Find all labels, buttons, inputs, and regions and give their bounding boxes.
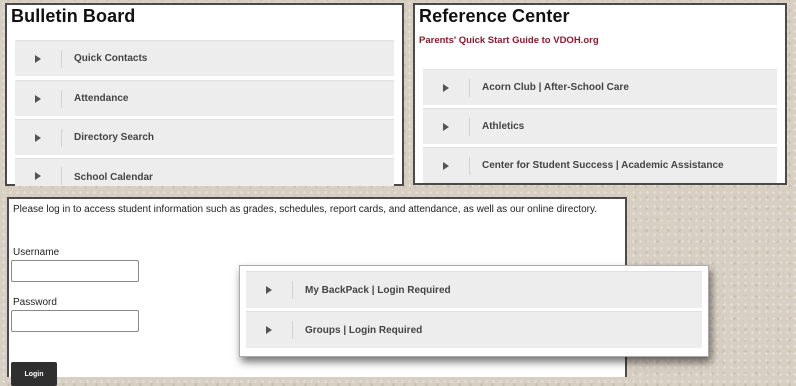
caret-right-icon <box>15 89 62 108</box>
caret-right-icon <box>15 128 62 147</box>
bulletin-board-title: Bulletin Board <box>11 6 136 26</box>
accordion-acorn-club[interactable]: Acorn Club | After-School Care <box>423 69 777 105</box>
reference-center-panel: Reference Center Parents' Quick Start Gu… <box>413 3 787 185</box>
login-intro-text: Please log in to access student informat… <box>13 204 598 215</box>
accordion-label: Directory Search <box>74 132 155 143</box>
accordion-athletics[interactable]: Athletics <box>423 108 777 144</box>
accordion-label: Groups | Login Required <box>305 324 423 336</box>
accordion-label: Acorn Club | After-School Care <box>482 82 629 93</box>
caret-right-icon <box>423 78 470 97</box>
accordion-label: Attendance <box>74 93 129 104</box>
bulletin-board-panel: Bulletin Board Quick Contacts Attendance… <box>5 3 404 186</box>
caret-right-icon <box>246 281 293 299</box>
accordion-label: Quick Contacts <box>74 53 148 64</box>
accordion-directory-search[interactable]: Directory Search <box>15 119 394 155</box>
password-input[interactable] <box>11 310 139 332</box>
page: { "bulletin": { "title": "Bulletin Board… <box>0 0 796 386</box>
accordion-label: School Calendar <box>74 172 153 183</box>
accordion-quick-contacts[interactable]: Quick Contacts <box>15 40 394 76</box>
login-button[interactable]: Login <box>11 362 57 386</box>
quick-start-guide-link[interactable]: Parents' Quick Start Guide to VDOH.org <box>419 35 599 46</box>
caret-right-icon <box>423 156 470 175</box>
caret-right-icon <box>15 167 62 185</box>
caret-right-icon <box>15 49 62 68</box>
accordion-school-calendar[interactable]: School Calendar <box>15 158 394 186</box>
accordion-label: My BackPack | Login Required <box>305 284 451 296</box>
username-label: Username <box>13 247 60 258</box>
caret-right-icon <box>423 117 470 136</box>
accordion-groups[interactable]: Groups | Login Required <box>246 311 702 348</box>
accordion-my-backpack[interactable]: My BackPack | Login Required <box>246 271 702 308</box>
reference-center-title: Reference Center <box>419 6 570 26</box>
accordion-student-success[interactable]: Center for Student Success | Academic As… <box>423 147 777 183</box>
password-label: Password <box>13 297 57 308</box>
login-required-panel: My BackPack | Login Required Groups | Lo… <box>239 265 709 357</box>
accordion-label: Center for Student Success | Academic As… <box>482 160 724 171</box>
caret-right-icon <box>246 321 293 339</box>
username-input[interactable] <box>11 260 139 282</box>
accordion-label: Athletics <box>482 121 525 132</box>
accordion-attendance[interactable]: Attendance <box>15 80 394 116</box>
